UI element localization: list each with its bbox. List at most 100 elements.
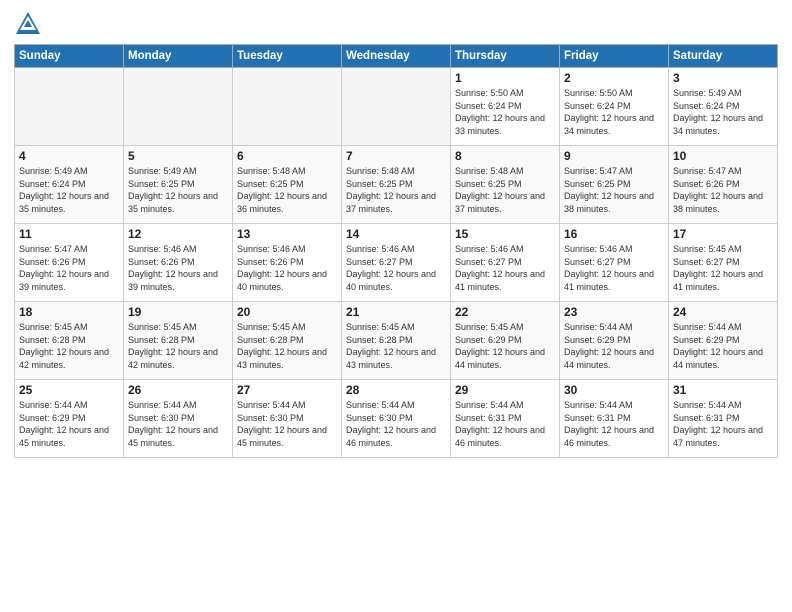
calendar-cell: 29 Sunrise: 5:44 AM Sunset: 6:31 PM Dayli… (451, 380, 560, 458)
day-info: Sunrise: 5:47 AM Sunset: 6:25 PM Dayligh… (564, 165, 664, 215)
calendar-cell: 16 Sunrise: 5:46 AM Sunset: 6:27 PM Dayli… (560, 224, 669, 302)
calendar-cell (342, 68, 451, 146)
day-number: 24 (673, 305, 773, 319)
week-row-3: 11 Sunrise: 5:47 AM Sunset: 6:26 PM Dayli… (15, 224, 778, 302)
day-number: 10 (673, 149, 773, 163)
day-info: Sunrise: 5:48 AM Sunset: 6:25 PM Dayligh… (237, 165, 337, 215)
day-number: 16 (564, 227, 664, 241)
calendar-cell: 17 Sunrise: 5:45 AM Sunset: 6:27 PM Dayli… (669, 224, 778, 302)
day-info: Sunrise: 5:45 AM Sunset: 6:28 PM Dayligh… (19, 321, 119, 371)
calendar-cell: 22Sunrise: 5:45 AM Sunset: 6:29 PM Dayli… (451, 302, 560, 380)
day-info: Sunrise: 5:44 AM Sunset: 6:30 PM Dayligh… (346, 399, 446, 449)
day-info: Sunrise: 5:44 AM Sunset: 6:31 PM Dayligh… (455, 399, 555, 449)
day-info: Sunrise: 5:45 AM Sunset: 6:28 PM Dayligh… (237, 321, 337, 371)
day-number: 29 (455, 383, 555, 397)
day-info: Sunrise: 5:44 AM Sunset: 6:31 PM Dayligh… (564, 399, 664, 449)
days-header-row: SundayMondayTuesdayWednesdayThursdayFrid… (15, 45, 778, 68)
day-number: 27 (237, 383, 337, 397)
day-info: Sunrise: 5:45 AM Sunset: 6:29 PM Dayligh… (455, 321, 555, 371)
calendar-cell (233, 68, 342, 146)
day-info: Sunrise: 5:46 AM Sunset: 6:27 PM Dayligh… (346, 243, 446, 293)
day-number: 23 (564, 305, 664, 319)
day-info: Sunrise: 5:44 AM Sunset: 6:31 PM Dayligh… (673, 399, 773, 449)
day-number: 11 (19, 227, 119, 241)
day-number: 13 (237, 227, 337, 241)
calendar-cell: 23Sunrise: 5:44 AM Sunset: 6:29 PM Dayli… (560, 302, 669, 380)
calendar-cell: 10 Sunrise: 5:47 AM Sunset: 6:26 PM Dayli… (669, 146, 778, 224)
day-number: 8 (455, 149, 555, 163)
calendar-cell: 7Sunrise: 5:48 AM Sunset: 6:25 PM Daylig… (342, 146, 451, 224)
day-header-tuesday: Tuesday (233, 45, 342, 68)
calendar-cell: 25 Sunrise: 5:44 AM Sunset: 6:29 PM Dayli… (15, 380, 124, 458)
calendar-cell: 18 Sunrise: 5:45 AM Sunset: 6:28 PM Dayli… (15, 302, 124, 380)
day-number: 2 (564, 71, 664, 85)
day-number: 21 (346, 305, 446, 319)
day-info: Sunrise: 5:44 AM Sunset: 6:30 PM Dayligh… (237, 399, 337, 449)
day-number: 9 (564, 149, 664, 163)
day-info: Sunrise: 5:47 AM Sunset: 6:26 PM Dayligh… (19, 243, 119, 293)
calendar-table: SundayMondayTuesdayWednesdayThursdayFrid… (14, 44, 778, 458)
calendar-cell: 14 Sunrise: 5:46 AM Sunset: 6:27 PM Dayli… (342, 224, 451, 302)
day-number: 1 (455, 71, 555, 85)
day-number: 3 (673, 71, 773, 85)
day-number: 30 (564, 383, 664, 397)
week-row-1: 1 Sunrise: 5:50 AM Sunset: 6:24 PM Daylig… (15, 68, 778, 146)
calendar-cell: 9 Sunrise: 5:47 AM Sunset: 6:25 PM Daylig… (560, 146, 669, 224)
day-info: Sunrise: 5:50 AM Sunset: 6:24 PM Dayligh… (455, 87, 555, 137)
day-number: 20 (237, 305, 337, 319)
day-header-monday: Monday (124, 45, 233, 68)
day-number: 25 (19, 383, 119, 397)
day-number: 14 (346, 227, 446, 241)
day-number: 26 (128, 383, 228, 397)
calendar-cell (15, 68, 124, 146)
day-header-wednesday: Wednesday (342, 45, 451, 68)
calendar-cell: 1 Sunrise: 5:50 AM Sunset: 6:24 PM Daylig… (451, 68, 560, 146)
day-number: 5 (128, 149, 228, 163)
day-info: Sunrise: 5:49 AM Sunset: 6:24 PM Dayligh… (19, 165, 119, 215)
calendar-cell: 3Sunrise: 5:49 AM Sunset: 6:24 PM Daylig… (669, 68, 778, 146)
day-number: 6 (237, 149, 337, 163)
calendar-cell: 30 Sunrise: 5:44 AM Sunset: 6:31 PM Dayli… (560, 380, 669, 458)
calendar-cell: 28 Sunrise: 5:44 AM Sunset: 6:30 PM Dayli… (342, 380, 451, 458)
calendar-cell: 6 Sunrise: 5:48 AM Sunset: 6:25 PM Daylig… (233, 146, 342, 224)
day-header-thursday: Thursday (451, 45, 560, 68)
day-number: 28 (346, 383, 446, 397)
calendar-cell: 4 Sunrise: 5:49 AM Sunset: 6:24 PM Daylig… (15, 146, 124, 224)
calendar-cell: 12 Sunrise: 5:46 AM Sunset: 6:26 PM Dayli… (124, 224, 233, 302)
calendar-cell: 26 Sunrise: 5:44 AM Sunset: 6:30 PM Dayli… (124, 380, 233, 458)
day-info: Sunrise: 5:46 AM Sunset: 6:27 PM Dayligh… (564, 243, 664, 293)
day-header-sunday: Sunday (15, 45, 124, 68)
day-number: 19 (128, 305, 228, 319)
logo-icon (14, 10, 42, 38)
day-info: Sunrise: 5:46 AM Sunset: 6:26 PM Dayligh… (237, 243, 337, 293)
calendar-page: SundayMondayTuesdayWednesdayThursdayFrid… (0, 0, 792, 612)
calendar-cell (124, 68, 233, 146)
day-number: 17 (673, 227, 773, 241)
day-number: 7 (346, 149, 446, 163)
day-number: 18 (19, 305, 119, 319)
calendar-cell: 2Sunrise: 5:50 AM Sunset: 6:24 PM Daylig… (560, 68, 669, 146)
day-number: 12 (128, 227, 228, 241)
week-row-2: 4 Sunrise: 5:49 AM Sunset: 6:24 PM Daylig… (15, 146, 778, 224)
calendar-cell: 15Sunrise: 5:46 AM Sunset: 6:27 PM Dayli… (451, 224, 560, 302)
calendar-cell: 11 Sunrise: 5:47 AM Sunset: 6:26 PM Dayli… (15, 224, 124, 302)
day-info: Sunrise: 5:46 AM Sunset: 6:26 PM Dayligh… (128, 243, 228, 293)
day-info: Sunrise: 5:45 AM Sunset: 6:27 PM Dayligh… (673, 243, 773, 293)
day-header-friday: Friday (560, 45, 669, 68)
calendar-cell: 27 Sunrise: 5:44 AM Sunset: 6:30 PM Dayli… (233, 380, 342, 458)
day-number: 15 (455, 227, 555, 241)
day-info: Sunrise: 5:45 AM Sunset: 6:28 PM Dayligh… (128, 321, 228, 371)
calendar-cell: 20 Sunrise: 5:45 AM Sunset: 6:28 PM Dayli… (233, 302, 342, 380)
day-info: Sunrise: 5:47 AM Sunset: 6:26 PM Dayligh… (673, 165, 773, 215)
day-info: Sunrise: 5:44 AM Sunset: 6:29 PM Dayligh… (19, 399, 119, 449)
day-info: Sunrise: 5:44 AM Sunset: 6:30 PM Dayligh… (128, 399, 228, 449)
day-info: Sunrise: 5:49 AM Sunset: 6:25 PM Dayligh… (128, 165, 228, 215)
day-info: Sunrise: 5:45 AM Sunset: 6:28 PM Dayligh… (346, 321, 446, 371)
day-number: 31 (673, 383, 773, 397)
day-number: 4 (19, 149, 119, 163)
calendar-cell: 8Sunrise: 5:48 AM Sunset: 6:25 PM Daylig… (451, 146, 560, 224)
calendar-cell: 24Sunrise: 5:44 AM Sunset: 6:29 PM Dayli… (669, 302, 778, 380)
calendar-cell: 5 Sunrise: 5:49 AM Sunset: 6:25 PM Daylig… (124, 146, 233, 224)
calendar-cell: 31 Sunrise: 5:44 AM Sunset: 6:31 PM Dayli… (669, 380, 778, 458)
week-row-5: 25 Sunrise: 5:44 AM Sunset: 6:29 PM Dayli… (15, 380, 778, 458)
